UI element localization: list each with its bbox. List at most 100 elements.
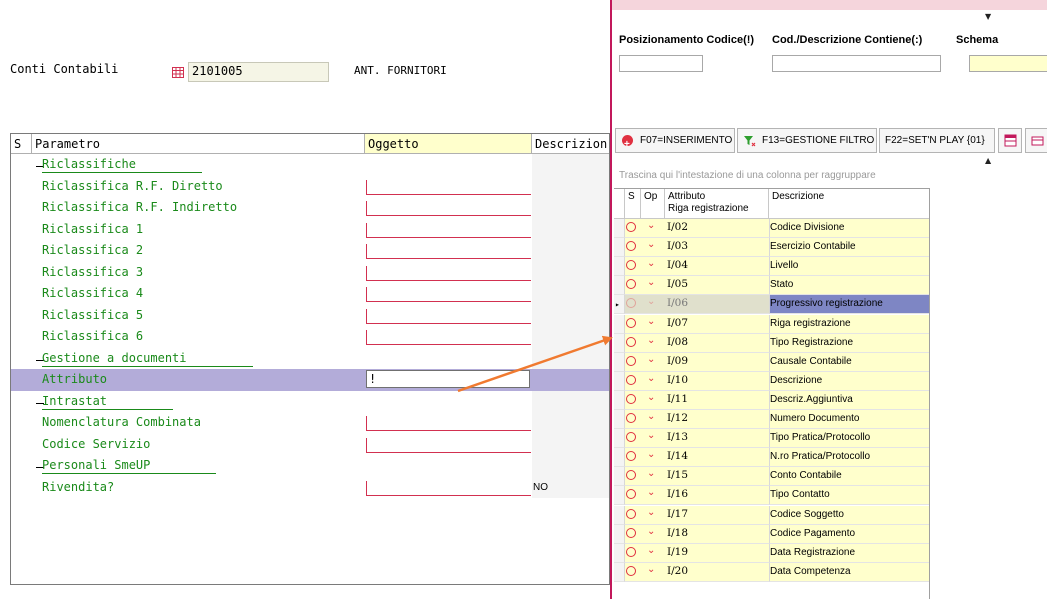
chevron-down-icon[interactable]: ⌄ xyxy=(647,430,655,441)
chevron-down-icon[interactable]: ⌄ xyxy=(647,526,655,537)
chevron-down-icon[interactable]: ⌄ xyxy=(647,258,655,269)
select-circle-icon[interactable] xyxy=(626,413,636,423)
chevron-down-icon[interactable]: ⌄ xyxy=(647,411,655,422)
param-row[interactable]: Riclassifiche xyxy=(11,154,609,176)
oggetto-field[interactable] xyxy=(366,437,531,453)
select-circle-icon[interactable] xyxy=(626,222,636,232)
param-row[interactable]: Codice Servizio xyxy=(11,433,609,455)
rheader-op[interactable]: Op xyxy=(641,189,665,219)
chevron-down-icon[interactable]: ⌄ xyxy=(647,277,655,288)
oggetto-field[interactable] xyxy=(366,179,531,195)
select-circle-icon[interactable] xyxy=(626,546,636,557)
calendar-icon[interactable] xyxy=(172,67,184,78)
param-row[interactable]: Riclassifica 2 xyxy=(11,240,609,262)
oggetto-field[interactable] xyxy=(366,308,531,324)
param-row[interactable]: Riclassifica 3 xyxy=(11,261,609,283)
chevron-down-icon[interactable]: ⌄ xyxy=(647,468,655,479)
rheader-s[interactable]: S xyxy=(625,189,641,219)
header-oggetto[interactable]: Oggetto xyxy=(365,134,532,154)
more-button[interactable] xyxy=(1025,128,1047,153)
cod-desc-input[interactable] xyxy=(772,55,941,72)
param-row[interactable]: Riclassifica R.F. Diretto xyxy=(11,175,609,197)
schema-input[interactable] xyxy=(969,55,1047,72)
param-row[interactable]: Attributo! xyxy=(11,369,609,391)
attribute-row[interactable]: ⌄ I/02 Codice Divisione xyxy=(614,219,929,239)
select-circle-icon[interactable] xyxy=(626,393,636,404)
attributo-input[interactable]: ! xyxy=(366,370,530,388)
oggetto-field[interactable] xyxy=(366,265,531,281)
chevron-down-icon[interactable]: ⌄ xyxy=(647,545,655,556)
collapse-arrow-icon[interactable]: ▼ xyxy=(985,12,991,21)
attribute-row[interactable]: ⌄ I/17 Codice Soggetto xyxy=(614,505,929,525)
chevron-down-icon[interactable]: ⌄ xyxy=(647,316,655,327)
chevron-down-icon[interactable]: ⌄ xyxy=(647,507,655,518)
param-row[interactable]: Riclassifica 6 xyxy=(11,326,609,348)
chevron-down-icon[interactable]: ⌄ xyxy=(647,373,655,384)
f13-gestione-filtro-button[interactable]: F13=GESTIONE FILTRO xyxy=(737,128,877,153)
pos-codice-input[interactable] xyxy=(619,55,703,72)
param-label: Intrastat xyxy=(42,393,174,410)
attribute-row[interactable]: ⌄ I/08 Tipo Registrazione xyxy=(614,333,929,353)
rheader-attributo[interactable]: Attributo Riga registrazione xyxy=(665,189,769,219)
param-row[interactable]: Personali SmeUP xyxy=(11,455,609,477)
param-row[interactable]: Rivendita? NO xyxy=(11,476,609,498)
rheader-descrizione[interactable]: Descrizione xyxy=(769,189,929,219)
select-circle-icon[interactable] xyxy=(626,374,636,385)
chevron-down-icon[interactable]: ⌄ xyxy=(647,220,655,231)
oggetto-field[interactable] xyxy=(366,416,531,431)
oggetto-field[interactable] xyxy=(366,201,531,216)
param-row[interactable]: Riclassifica 5 xyxy=(11,304,609,326)
attribute-row[interactable]: ⌄ I/04 Livello xyxy=(614,257,929,277)
select-circle-icon[interactable] xyxy=(626,336,636,347)
export-button[interactable] xyxy=(998,128,1022,153)
select-circle-icon[interactable] xyxy=(626,527,636,538)
chevron-down-icon[interactable]: ⌄ xyxy=(647,239,655,250)
chevron-down-icon[interactable]: ⌄ xyxy=(647,487,655,498)
oggetto-field[interactable] xyxy=(366,480,531,496)
header-s[interactable]: S xyxy=(11,134,32,154)
f22-setnplay-button[interactable]: F22=SET'N PLAY {01} xyxy=(879,128,995,153)
attribute-row[interactable]: ⌄ I/14 N.ro Pratica/Protocollo xyxy=(614,448,929,468)
attribute-row[interactable]: ⌄ I/16 Tipo Contatto xyxy=(614,486,929,506)
chevron-down-icon[interactable]: ⌄ xyxy=(647,354,655,365)
header-parametro[interactable]: Parametro xyxy=(32,134,365,154)
oggetto-field[interactable] xyxy=(366,244,531,259)
attribute-row[interactable]: ⌄ I/10 Descrizione xyxy=(614,371,929,391)
param-row[interactable]: Riclassifica R.F. Indiretto xyxy=(11,197,609,219)
top-strip xyxy=(612,0,1047,10)
oggetto-field[interactable] xyxy=(366,222,531,238)
attribute-row[interactable]: ⌄ I/19 Data Registrazione xyxy=(614,543,929,563)
param-row[interactable]: Gestione a documenti xyxy=(11,347,609,369)
select-circle-icon[interactable] xyxy=(626,565,636,576)
f07-inserimento-button[interactable]: + F07=INSERIMENTO xyxy=(615,128,735,153)
attribute-row[interactable]: ⌄ I/09 Causale Contabile xyxy=(614,352,929,372)
param-row[interactable]: Nomenclatura Combinata xyxy=(11,412,609,434)
oggetto-field[interactable] xyxy=(366,330,531,345)
attribute-row[interactable]: ⌄ I/13 Tipo Pratica/Protocollo xyxy=(614,429,929,449)
attribute-row[interactable]: ⌄ I/05 Stato xyxy=(614,276,929,296)
param-row[interactable]: Riclassifica 4 xyxy=(11,283,609,305)
param-row[interactable]: Intrastat xyxy=(11,390,609,412)
attribute-row[interactable]: ⌄ I/07 Riga registrazione xyxy=(614,314,929,334)
attribute-row[interactable]: ⌄ I/12 Numero Documento xyxy=(614,410,929,430)
oggetto-field[interactable] xyxy=(366,287,531,302)
expand-arrow-icon[interactable]: ▲ xyxy=(985,156,991,165)
select-circle-icon[interactable] xyxy=(626,355,636,366)
attribute-row[interactable]: ⌄ I/15 Conto Contabile xyxy=(614,467,929,487)
attribute-row[interactable]: ⌄ I/20 Data Competenza xyxy=(614,562,929,582)
attribute-row[interactable]: ⌄ I/03 Esercizio Contabile xyxy=(614,238,929,258)
header-descrizione[interactable]: Descrizion xyxy=(532,134,609,154)
conto-input[interactable]: 2101005 xyxy=(188,62,329,82)
select-circle-icon[interactable] xyxy=(626,317,636,328)
attribute-desc: Codice Soggetto xyxy=(770,508,844,520)
attribute-row[interactable]: ▸ ⌄ I/06 Progressivo registrazione xyxy=(614,295,929,315)
param-row[interactable]: Riclassifica 1 xyxy=(11,218,609,240)
attribute-row[interactable]: ⌄ I/18 Codice Pagamento xyxy=(614,524,929,544)
chevron-down-icon[interactable]: ⌄ xyxy=(647,449,655,460)
chevron-down-icon[interactable]: ⌄ xyxy=(647,296,655,307)
chevron-down-icon[interactable]: ⌄ xyxy=(647,335,655,346)
chevron-down-icon[interactable]: ⌄ xyxy=(647,564,655,575)
select-circle-icon[interactable] xyxy=(626,508,636,519)
chevron-down-icon[interactable]: ⌄ xyxy=(647,392,655,403)
attribute-row[interactable]: ⌄ I/11 Descriz.Aggiuntiva xyxy=(614,390,929,410)
